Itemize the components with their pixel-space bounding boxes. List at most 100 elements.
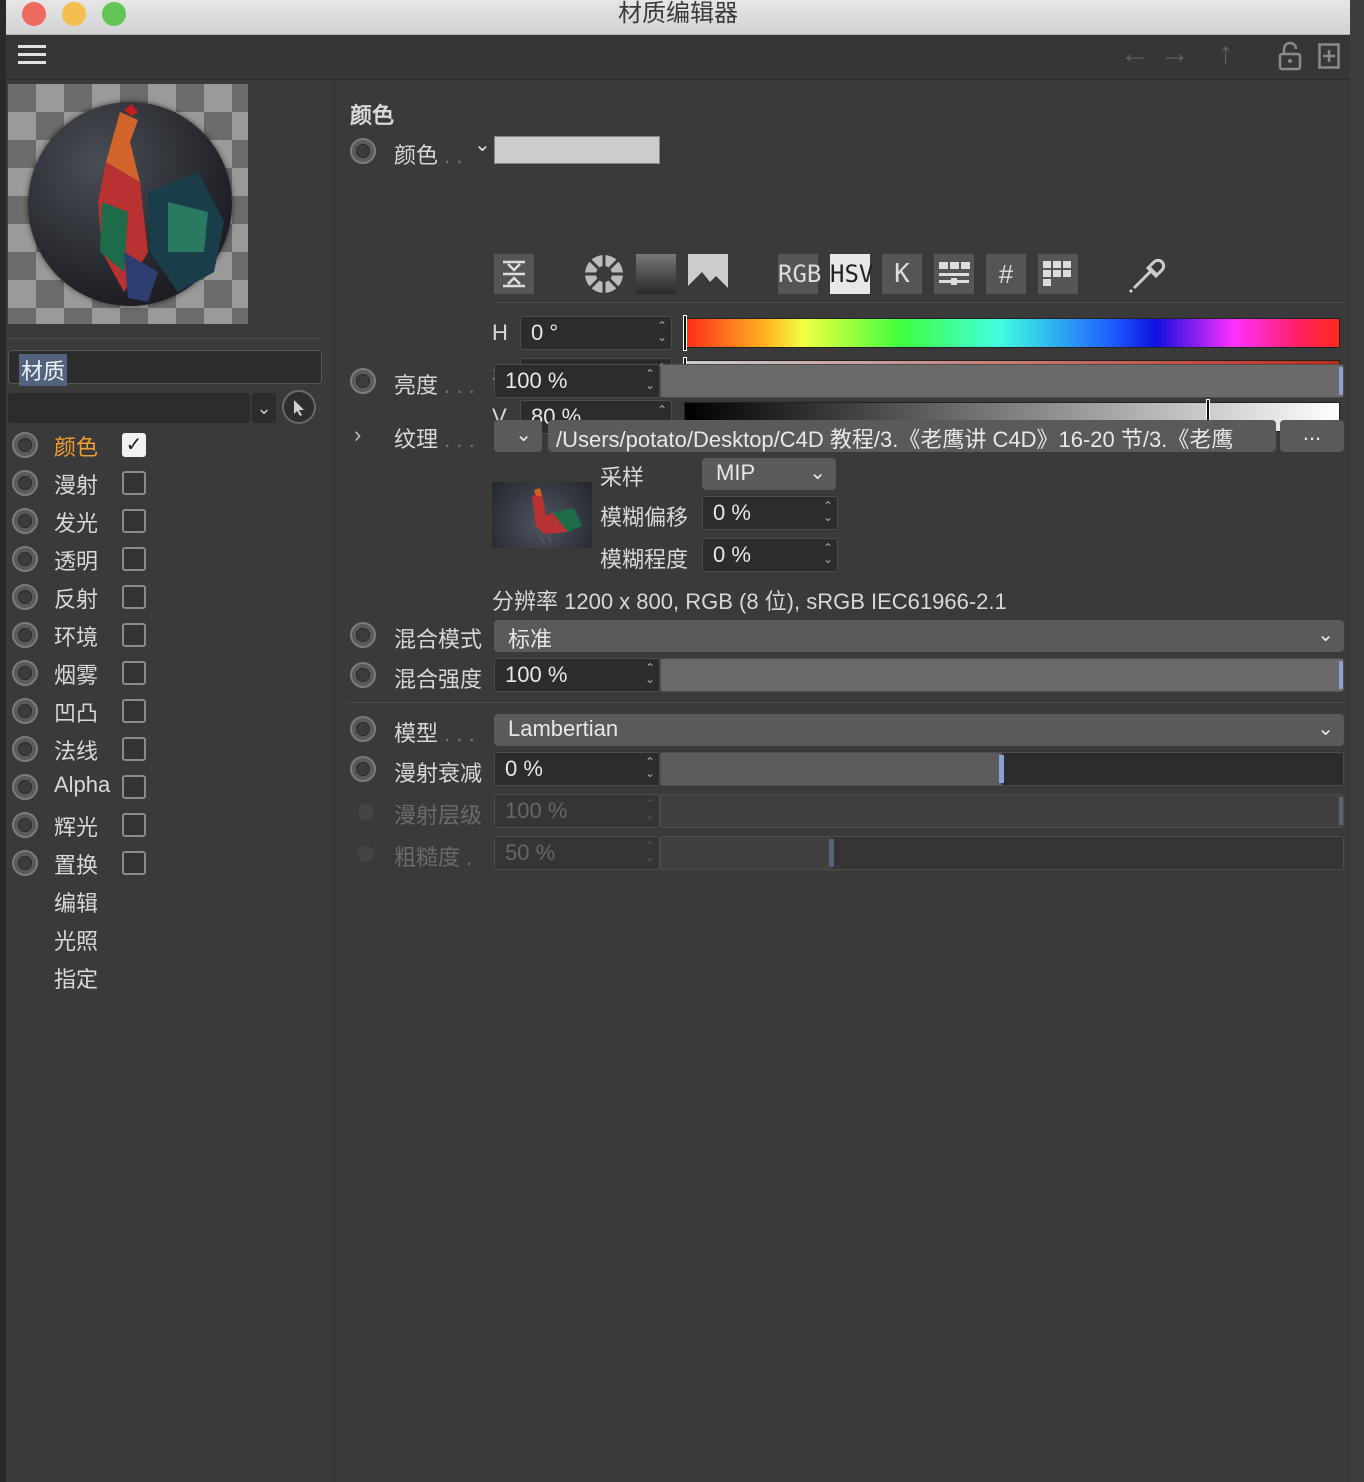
channel-row[interactable]: 反射 xyxy=(6,578,326,616)
new-window-icon[interactable] xyxy=(1318,43,1340,69)
color-wheel-icon[interactable] xyxy=(584,254,624,294)
pointer-picker-icon[interactable] xyxy=(282,390,316,424)
mixer-icon[interactable] xyxy=(934,254,974,294)
material-layer-dropdown[interactable] xyxy=(8,393,250,423)
channel-row[interactable]: 颜色 ✓ xyxy=(6,426,326,464)
channel-label[interactable]: 透明 xyxy=(54,544,98,576)
brightness-input[interactable]: 100 % ⌃ ⌄ xyxy=(494,364,660,398)
channel-animate-radio[interactable] xyxy=(12,736,38,762)
channel-enable-checkbox[interactable] xyxy=(122,813,146,837)
channel-row[interactable]: 环境 xyxy=(6,616,326,654)
channel-enable-checkbox[interactable] xyxy=(122,851,146,875)
channel-row[interactable]: 漫射 xyxy=(6,464,326,502)
hex-icon[interactable]: # xyxy=(986,254,1026,294)
brightness-slider-handle[interactable] xyxy=(1339,367,1343,395)
channel-row[interactable]: 透明 xyxy=(6,540,326,578)
channel-row[interactable]: 发光 xyxy=(6,502,326,540)
hue-slider-handle[interactable] xyxy=(683,315,687,351)
channel-animate-radio[interactable] xyxy=(12,812,38,838)
model-animate-radio[interactable] xyxy=(350,716,376,742)
channel-animate-radio[interactable] xyxy=(12,470,38,496)
channel-animate-radio[interactable] xyxy=(12,546,38,572)
arrow-up-icon[interactable]: ↑ xyxy=(1218,37,1233,71)
channel-row[interactable]: 置换 xyxy=(6,844,326,882)
spectrum-icon[interactable] xyxy=(636,254,676,294)
edit-item[interactable]: 编辑 xyxy=(54,886,98,918)
channel-enable-checkbox[interactable] xyxy=(122,471,146,495)
channel-label[interactable]: 漫射 xyxy=(54,468,98,500)
blend-strength-animate-radio[interactable] xyxy=(350,662,376,688)
channel-row[interactable]: 凹凸 xyxy=(6,692,326,730)
channel-label[interactable]: 置换 xyxy=(54,848,98,880)
diffuse-falloff-animate-radio[interactable] xyxy=(350,756,376,782)
channel-row[interactable]: 烟雾 xyxy=(6,654,326,692)
arrow-left-icon[interactable]: ← xyxy=(1120,37,1150,71)
texture-browse-button[interactable]: ... xyxy=(1280,420,1344,452)
channel-row[interactable]: 法线 xyxy=(6,730,326,768)
channel-label[interactable]: 反射 xyxy=(54,582,98,614)
channel-row[interactable]: Alpha xyxy=(6,768,326,806)
eyedropper-icon[interactable] xyxy=(1126,254,1170,294)
channel-enable-checkbox[interactable] xyxy=(122,775,146,799)
channel-row[interactable]: 辉光 xyxy=(6,806,326,844)
kelvin-mode-button[interactable]: K xyxy=(882,254,922,294)
diffuse-falloff-input[interactable]: 0 % ⌃ ⌄ xyxy=(494,752,660,786)
blend-mode-dropdown[interactable]: 标准 ⌄ xyxy=(494,620,1344,652)
sampling-dropdown[interactable]: MIP ⌄ xyxy=(702,458,836,490)
hue-input[interactable]: 0 ° ⌃ ⌄ xyxy=(520,316,672,350)
channel-enable-checkbox[interactable] xyxy=(122,585,146,609)
channel-label[interactable]: 颜色 xyxy=(54,430,98,462)
channel-label[interactable]: 发光 xyxy=(54,506,98,538)
channel-enable-checkbox[interactable] xyxy=(122,661,146,685)
hsv-mode-button[interactable]: HSV xyxy=(830,254,873,294)
texture-expand-chevron-icon[interactable]: › xyxy=(354,422,361,448)
color-swatch[interactable] xyxy=(494,136,660,164)
channel-enable-checkbox[interactable]: ✓ xyxy=(122,433,146,457)
channel-label[interactable]: 凹凸 xyxy=(54,696,98,728)
rgb-mode-button[interactable]: RGB xyxy=(778,254,821,294)
channel-enable-checkbox[interactable] xyxy=(122,699,146,723)
channel-label[interactable]: 烟雾 xyxy=(54,658,98,690)
channel-enable-checkbox[interactable] xyxy=(122,547,146,571)
material-name-field[interactable]: 材质 xyxy=(8,350,322,386)
channel-animate-radio[interactable] xyxy=(12,774,38,800)
swatches-grid-icon[interactable] xyxy=(1038,254,1078,294)
assign-item[interactable]: 指定 xyxy=(54,962,98,994)
hue-slider[interactable] xyxy=(683,315,1340,351)
material-preview[interactable] xyxy=(8,84,248,324)
channel-animate-radio[interactable] xyxy=(12,660,38,686)
channel-label[interactable]: Alpha xyxy=(54,772,110,798)
model-dropdown[interactable]: Lambertian ⌄ xyxy=(494,714,1344,746)
texture-path-field[interactable]: /Users/potato/Desktop/C4D 教程/3.《老鹰讲 C4D》… xyxy=(548,420,1276,452)
illumination-item[interactable]: 光照 xyxy=(54,924,98,956)
lock-icon[interactable] xyxy=(1278,41,1302,71)
blend-strength-slider[interactable] xyxy=(660,658,1344,692)
arrow-right-icon[interactable]: → xyxy=(1160,37,1190,71)
blend-mode-animate-radio[interactable] xyxy=(350,622,376,648)
blur-scale-input[interactable]: 0 % ⌃ ⌄ xyxy=(702,538,838,572)
channel-animate-radio[interactable] xyxy=(12,850,38,876)
channel-enable-checkbox[interactable] xyxy=(122,737,146,761)
diffuse-falloff-slider-handle[interactable] xyxy=(999,755,1004,783)
blend-strength-input[interactable]: 100 % ⌃ ⌄ xyxy=(494,658,660,692)
channel-label[interactable]: 环境 xyxy=(54,620,98,652)
color-animate-radio[interactable] xyxy=(350,138,376,164)
blend-strength-slider-handle[interactable] xyxy=(1339,661,1343,689)
brightness-animate-radio[interactable] xyxy=(350,368,376,394)
channel-animate-radio[interactable] xyxy=(12,508,38,534)
channel-animate-radio[interactable] xyxy=(12,584,38,610)
hamburger-icon[interactable] xyxy=(18,45,46,67)
collapse-icon[interactable] xyxy=(494,254,534,294)
channel-label[interactable]: 辉光 xyxy=(54,810,98,842)
channel-animate-radio[interactable] xyxy=(12,622,38,648)
channel-animate-radio[interactable] xyxy=(12,432,38,458)
channel-enable-checkbox[interactable] xyxy=(122,623,146,647)
chevron-down-icon[interactable]: ⌄ xyxy=(252,393,276,423)
image-picker-icon[interactable] xyxy=(688,254,728,294)
color-expand-chevron-icon[interactable]: ⌄ xyxy=(474,132,491,157)
channel-enable-checkbox[interactable] xyxy=(122,509,146,533)
brightness-slider[interactable] xyxy=(660,364,1344,398)
texture-options-dropdown[interactable]: ⌄ xyxy=(494,420,542,452)
channel-label[interactable]: 法线 xyxy=(54,734,98,766)
channel-animate-radio[interactable] xyxy=(12,698,38,724)
